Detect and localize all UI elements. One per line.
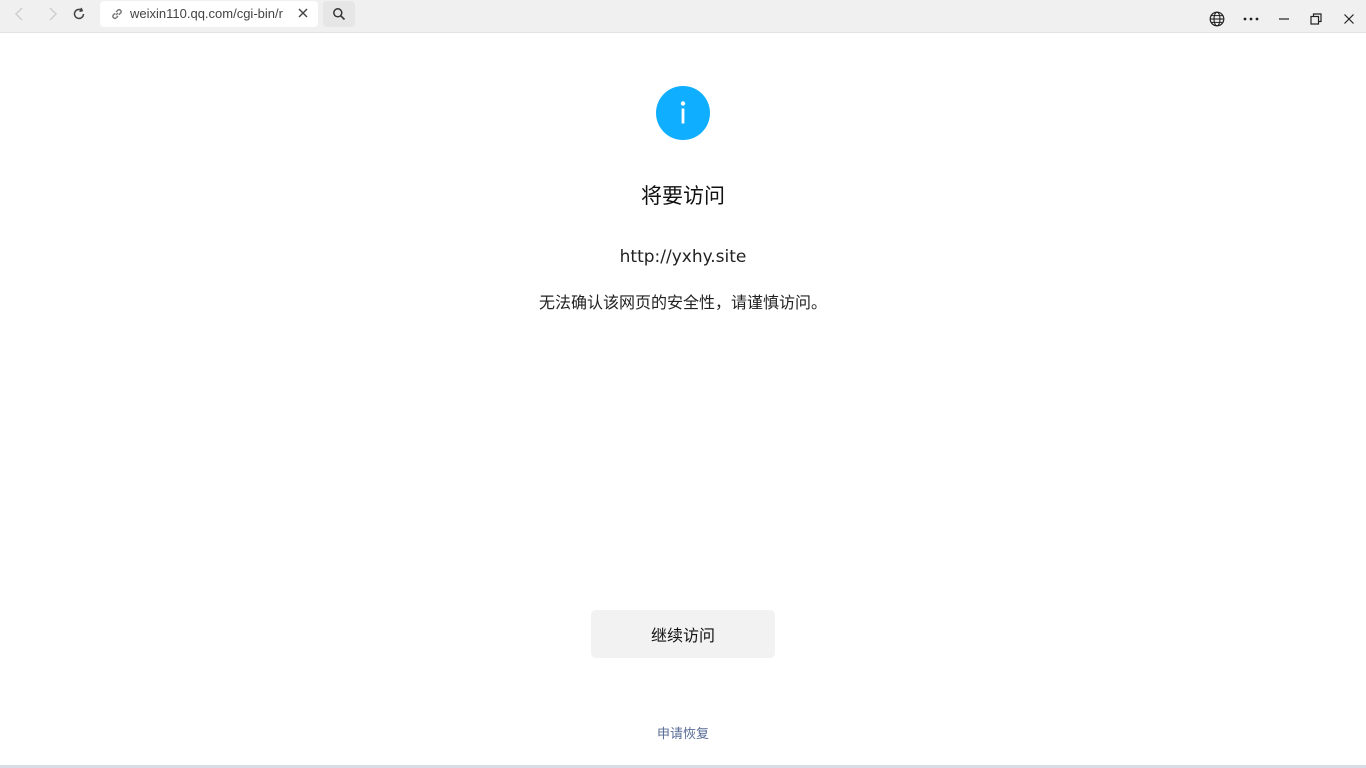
window-close-button[interactable] xyxy=(1339,9,1359,29)
close-icon xyxy=(1344,14,1354,24)
warning-message: 无法确认该网页的安全性，请谨慎访问。 xyxy=(538,293,827,312)
browser-toolbar: weixin110.qq.com/cgi-bin/r xyxy=(0,0,1366,33)
search-icon xyxy=(333,8,346,21)
page-title: 将要访问 xyxy=(641,184,725,208)
globe-icon xyxy=(1209,11,1225,27)
target-url: http://yxhy.site xyxy=(619,247,747,267)
chevron-left-icon xyxy=(14,7,23,21)
continue-button[interactable]: 继续访问 xyxy=(591,610,775,658)
back-button[interactable] xyxy=(8,4,32,24)
forward-button[interactable] xyxy=(40,4,64,24)
restore-icon xyxy=(1310,13,1322,25)
chevron-right-icon xyxy=(49,7,58,21)
address-bar[interactable]: weixin110.qq.com/cgi-bin/r xyxy=(100,1,318,27)
minimize-icon xyxy=(1279,18,1289,20)
reload-icon xyxy=(73,7,85,20)
globe-button[interactable] xyxy=(1207,9,1227,29)
minimize-button[interactable] xyxy=(1274,9,1294,29)
search-button[interactable] xyxy=(323,1,355,27)
url-text[interactable]: weixin110.qq.com/cgi-bin/r xyxy=(130,6,288,21)
link-icon xyxy=(112,9,122,19)
reload-button[interactable] xyxy=(67,4,91,24)
close-icon[interactable] xyxy=(296,6,310,20)
appeal-link[interactable]: 申请恢复 xyxy=(583,723,783,742)
more-icon xyxy=(1243,17,1259,21)
more-button[interactable] xyxy=(1241,9,1261,29)
restore-button[interactable] xyxy=(1306,9,1326,29)
info-icon xyxy=(656,86,710,140)
